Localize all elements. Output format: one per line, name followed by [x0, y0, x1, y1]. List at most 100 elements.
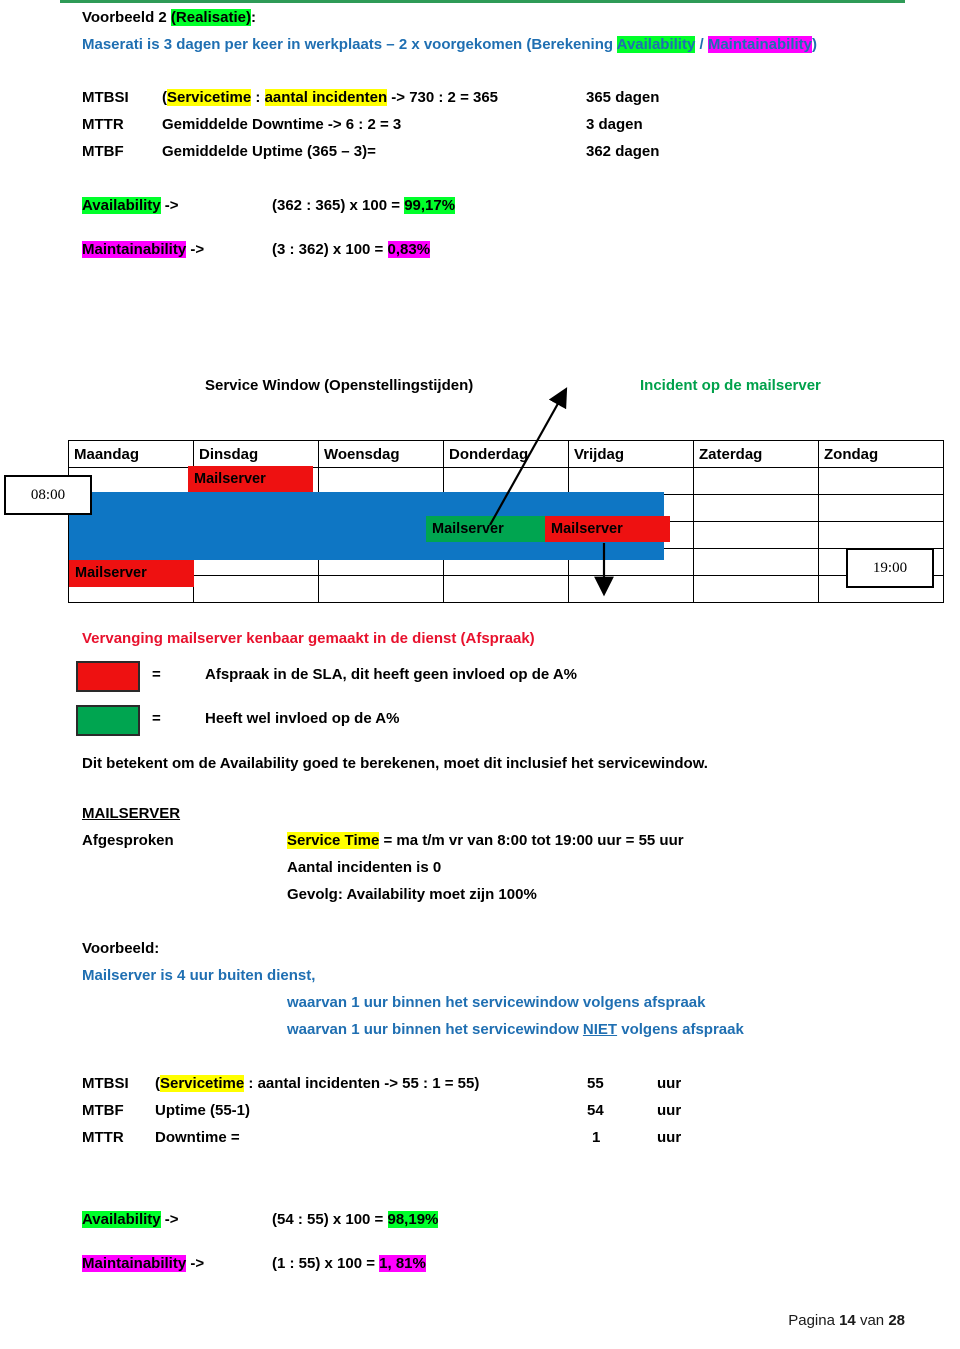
cell-empty	[443, 575, 569, 603]
availability-arrow-top: ->	[160, 197, 179, 214]
day-header-zaterdag: Zaterdag	[693, 440, 819, 468]
footer-page-number: 14	[839, 1312, 856, 1329]
availability-formula-text-top: (362 : 365) x 100 =	[272, 197, 405, 214]
day-header-maandag: Maandag	[68, 440, 194, 468]
metric-formula-mttr-bottom: Downtime =	[155, 1129, 240, 1146]
cell-empty	[818, 494, 944, 522]
subtitle-availability: Availability	[616, 36, 696, 53]
maintainability-label-bottom: Maintainability	[82, 1255, 187, 1272]
maintainability-formula-bottom: (1 : 55) x 100 = 1, 81%	[272, 1250, 426, 1277]
metric-value-mtbf: 362 dagen	[586, 143, 660, 160]
mtbsi-bottom-rest: : aantal incidenten -> 55 : 1 = 55)	[244, 1075, 480, 1092]
metric-key-mttr-bottom: MTTR	[82, 1129, 124, 1146]
metric-unit-mtbf-bottom: uur	[657, 1102, 682, 1119]
mtbsi-mid: :	[251, 89, 265, 106]
day-header-donderdag: Donderdag	[443, 440, 569, 468]
cell-empty	[318, 575, 444, 603]
legend-text-green: Heeft wel invloed op de A%	[205, 710, 400, 727]
event-vrijdag-mailserver: Mailserver	[545, 516, 670, 542]
maintainability-formula-top: (3 : 362) x 100 = 0,83%	[272, 236, 431, 263]
mailserver-title: MAILSERVER	[82, 805, 181, 822]
availability-line-bottom: Availability ->	[82, 1206, 179, 1233]
cell-empty	[693, 494, 819, 522]
table-header-row: Maandag Dinsdag Woensdag Donderdag Vrijd…	[68, 440, 944, 468]
footer-pre: Pagina	[788, 1312, 840, 1329]
footer-total-pages: 28	[888, 1312, 905, 1329]
subtitle-tail: )	[812, 36, 818, 53]
subtitle-pre: Maserati is 3 dagen per keer in werkplaa…	[82, 36, 617, 53]
maintainability-line-top: Maintainability ->	[82, 236, 204, 263]
metric-key-mtbf-bottom: MTBF	[82, 1102, 124, 1119]
mailserver-consequence: Gevolg: Availability moet zijn 100%	[287, 886, 537, 903]
metric-value-mtbf-bottom: 54	[587, 1102, 604, 1119]
mailserver-incidents: Aantal incidenten is 0	[287, 859, 442, 876]
event-maandag-mailserver: Mailserver	[69, 560, 194, 587]
mailserver-service-time: Service Time = ma t/m vr van 8:00 tot 19…	[287, 827, 684, 854]
mailserver-agreed-label: Afgesproken	[82, 832, 174, 849]
cell-empty	[693, 575, 819, 603]
metric-formula-mtbsi-bottom: (Servicetime : aantal incidenten -> 55 :…	[155, 1070, 479, 1097]
example-line-3-niet: NIET	[582, 1021, 618, 1038]
metric-value-mtbsi-bottom: 55	[587, 1075, 604, 1092]
availability-line-top: Availability ->	[82, 192, 179, 219]
availability-formula-bottom: (54 : 55) x 100 = 98,19%	[272, 1206, 439, 1233]
day-header-vrijdag: Vrijdag	[568, 440, 694, 468]
cell-empty	[818, 467, 944, 495]
maintainability-formula-text-top: (3 : 362) x 100 =	[272, 241, 388, 258]
example-label: Voorbeeld:	[82, 940, 160, 957]
day-header-zondag: Zondag	[818, 440, 944, 468]
legend-swatch-green	[76, 705, 140, 736]
table-row	[68, 575, 944, 603]
metric-key-mtbsi-bottom: MTBSI	[82, 1075, 129, 1092]
mtbsi-bottom-servicetime-highlight: Servicetime	[160, 1075, 245, 1092]
page-title-tail: :	[250, 9, 256, 26]
start-time-callout: 08:00	[4, 475, 92, 515]
subtitle-separator: /	[695, 36, 708, 53]
metric-formula-mttr: Gemiddelde Downtime -> 6 : 2 = 3	[162, 116, 402, 133]
cell-empty	[568, 467, 694, 495]
maintainability-result-bottom: 1, 81%	[379, 1255, 426, 1272]
metric-formula-mtbf-bottom: Uptime (55-1)	[155, 1102, 251, 1119]
legend-eq-red: =	[152, 666, 161, 683]
availability-formula-top: (362 : 365) x 100 = 99,17%	[272, 192, 456, 219]
metric-unit-mtbsi-bottom: uur	[657, 1075, 682, 1092]
day-header-woensdag: Woensdag	[318, 440, 444, 468]
subtitle-maintainability: Maintainability	[707, 36, 813, 53]
availability-label-top: Availability	[82, 197, 161, 214]
event-donderdag-mailserver: Mailserver	[426, 516, 551, 542]
metric-formula-mtbf: Gemiddelde Uptime (365 – 3)=	[162, 143, 376, 160]
example-line-3-pre: waarvan 1 uur binnen het servicewindow	[287, 1021, 583, 1038]
footer-mid: van	[855, 1312, 889, 1329]
cell-empty	[693, 467, 819, 495]
maintainability-line-bottom: Maintainability ->	[82, 1250, 204, 1277]
incident-annotation: Incident op de mailserver	[640, 377, 821, 394]
end-time-callout: 19:00	[846, 548, 934, 588]
cell-empty	[693, 521, 819, 549]
maintainability-label-top: Maintainability	[82, 241, 187, 258]
metric-unit-mttr-bottom: uur	[657, 1129, 682, 1146]
metric-key-mtbsi: MTBSI	[82, 89, 129, 106]
legend-heading: Vervanging mailserver kenbaar gemaakt in…	[82, 630, 535, 647]
availability-formula-text-bottom: (54 : 55) x 100 =	[272, 1211, 388, 1228]
availability-result-top: 99,17%	[404, 197, 456, 214]
page-footer: Pagina 14 van 28	[788, 1312, 905, 1329]
maintainability-formula-text-bottom: (1 : 55) x 100 =	[272, 1255, 380, 1272]
page-subtitle: Maserati is 3 dagen per keer in werkplaa…	[82, 31, 817, 58]
mtbsi-rest: -> 730 : 2 = 365	[387, 89, 499, 106]
metric-key-mttr: MTTR	[82, 116, 124, 133]
availability-label-bottom: Availability	[82, 1211, 161, 1228]
availability-result-bottom: 98,19%	[387, 1211, 439, 1228]
mtbsi-servicetime-highlight: Servicetime	[167, 89, 252, 106]
example-line-3-post: volgens afspraak	[617, 1021, 744, 1038]
day-header-dinsdag: Dinsdag	[193, 440, 319, 468]
legend-swatch-red	[76, 661, 140, 692]
example-line-3: waarvan 1 uur binnen het servicewindow N…	[287, 1016, 744, 1043]
metric-formula-mtbsi: (Servicetime : aantal incidenten -> 730 …	[162, 84, 498, 111]
example-line-1: Mailserver is 4 uur buiten dienst,	[82, 967, 316, 984]
cell-empty	[693, 548, 819, 576]
service-time-rest: = ma t/m vr van 8:00 tot 19:00 uur = 55 …	[379, 832, 684, 849]
metric-key-mtbf: MTBF	[82, 143, 124, 160]
cell-empty	[193, 575, 319, 603]
legend-eq-green: =	[152, 710, 161, 727]
example-line-2: waarvan 1 uur binnen het servicewindow v…	[287, 994, 706, 1011]
